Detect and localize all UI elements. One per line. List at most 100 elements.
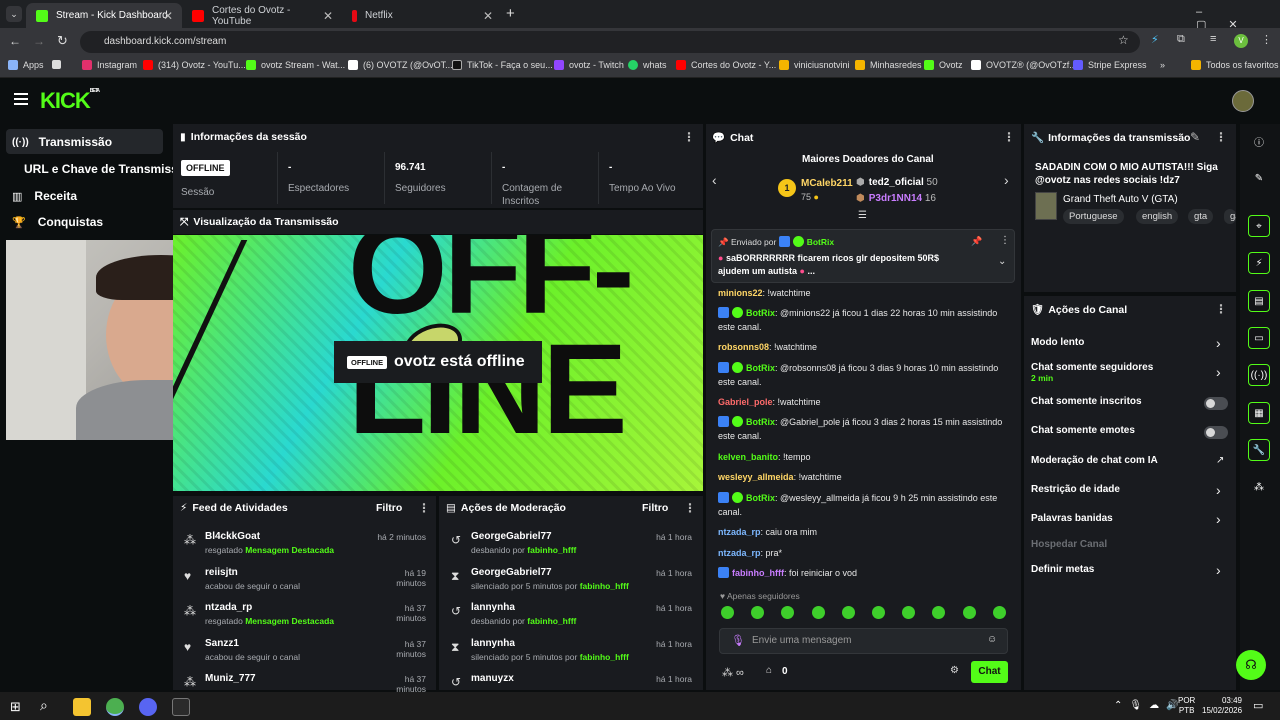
chat-icon[interactable]: ▭: [1248, 327, 1270, 349]
user-avatar[interactable]: [1232, 90, 1254, 112]
activity-menu-icon[interactable]: ⋮: [418, 501, 430, 515]
bookmark-minhasredes[interactable]: Minhasredes: [855, 60, 922, 70]
send-chat-button[interactable]: Chat: [971, 661, 1008, 683]
community-icon[interactable]: ⁂: [1248, 476, 1270, 498]
clock[interactable]: 03:49 15/02/2026: [1202, 696, 1242, 716]
chevron-right-icon[interactable]: ›: [1216, 511, 1221, 527]
donors-prev-icon[interactable]: ‹: [712, 172, 717, 188]
chat-username[interactable]: Gabriel_pole: [718, 397, 773, 407]
chat-username[interactable]: ntzada_rp: [718, 527, 761, 537]
activity-user[interactable]: ntzada_rp: [205, 602, 252, 613]
chevron-right-icon[interactable]: ›: [1216, 335, 1221, 351]
chat-username[interactable]: wesleyy_allmeida: [718, 472, 794, 482]
tag[interactable]: Portuguese: [1063, 209, 1124, 224]
collapse-donors-icon[interactable]: ☰: [858, 210, 867, 221]
back-icon[interactable]: ←: [9, 34, 21, 48]
channel-action-2[interactable]: Chat somente inscritos: [1031, 396, 1142, 407]
chevron-right-icon[interactable]: ›: [1216, 482, 1221, 498]
chevron-right-icon[interactable]: ›: [1216, 364, 1221, 380]
close-icon[interactable]: ✕: [163, 9, 173, 23]
tag[interactable]: english: [1136, 209, 1179, 224]
bookmark-whats[interactable]: whats: [628, 60, 667, 70]
scan-icon[interactable]: ⌖: [1248, 215, 1270, 237]
chat-username[interactable]: BotRix: [746, 363, 775, 373]
edit-icon[interactable]: ✎: [1190, 130, 1200, 144]
chat-username[interactable]: kelven_banito: [718, 452, 778, 462]
chat-username[interactable]: BotRix: [746, 308, 775, 318]
moderation-user[interactable]: lannynha: [471, 638, 515, 649]
url-field[interactable]: dashboard.kick.com/stream: [80, 31, 1140, 53]
bookmark-x2[interactable]: OVOTZ® (@OvOTzf...: [971, 60, 1077, 70]
chat-username[interactable]: BotRix: [746, 493, 775, 503]
chat-username[interactable]: minions22: [718, 288, 763, 298]
stream-info-menu-icon[interactable]: ⋮: [1215, 130, 1227, 144]
activity-user[interactable]: Sanzz1: [205, 638, 239, 649]
activity-user[interactable]: Muniz_777: [205, 673, 256, 684]
toggle-switch[interactable]: [1204, 397, 1228, 410]
language-indicator[interactable]: POR PTB: [1178, 696, 1195, 716]
chat-username[interactable]: ntzada_rp: [718, 548, 761, 558]
forward-icon[interactable]: →: [33, 34, 45, 48]
tag[interactable]: ga: [1224, 209, 1236, 224]
tab-search-icon[interactable]: ⌄: [6, 6, 22, 22]
tab-kick-dashboard[interactable]: Stream - Kick Dashboard ✕: [26, 3, 182, 28]
pinned-menu-icon[interactable]: ⋮: [1000, 235, 1010, 246]
session-menu-icon[interactable]: ⋮: [683, 130, 695, 144]
bookmark-apps[interactable]: Apps: [8, 60, 44, 70]
bookmark-twitch[interactable]: ovotz - Twitch: [554, 60, 624, 70]
search-icon[interactable]: ⌕: [40, 697, 48, 714]
notification-icon[interactable]: ▭: [1253, 699, 1263, 712]
channel-action-0[interactable]: Modo lento: [1031, 337, 1084, 348]
reload-icon[interactable]: ↻: [57, 33, 68, 49]
more-bookmarks-icon[interactable]: »: [1160, 60, 1165, 70]
channel-action-1[interactable]: Chat somente seguidores: [1031, 362, 1153, 373]
emote-icon[interactable]: [721, 606, 734, 619]
donor-1-name[interactable]: MCaleb211: [801, 178, 853, 189]
channel-action-5[interactable]: Restrição de idade: [1031, 484, 1120, 495]
emote-icon[interactable]: [811, 606, 825, 619]
tab-youtube[interactable]: Cortes do Ovotz - YouTube ✕: [182, 3, 342, 28]
extension-icon[interactable]: ⚡: [1151, 33, 1159, 46]
chat-menu-icon[interactable]: ⋮: [1003, 130, 1015, 144]
bookmark-stripe[interactable]: Stripe Express: [1073, 60, 1147, 70]
profile-avatar[interactable]: V: [1234, 34, 1248, 48]
emote-icon[interactable]: [992, 606, 1006, 619]
grid-icon[interactable]: [52, 60, 66, 69]
close-icon[interactable]: ✕: [323, 9, 333, 23]
category-name[interactable]: Grand Theft Auto V (GTA): [1063, 194, 1178, 205]
app-icon[interactable]: [172, 698, 190, 716]
activity-user[interactable]: Bl4ckkGoat: [205, 531, 260, 542]
channel-action-6[interactable]: Palavras banidas: [1031, 513, 1113, 524]
bookmark-cortes[interactable]: Cortes do Ovotz - Y...: [676, 60, 776, 70]
chrome-icon[interactable]: [106, 698, 124, 716]
sidebar-item-transmissao[interactable]: ((·)) Transmissão: [12, 135, 112, 149]
sidebar-item-receita[interactable]: ▥ Receita: [12, 189, 77, 203]
discord-icon[interactable]: [139, 698, 157, 716]
star-icon[interactable]: ☆: [1118, 33, 1129, 47]
bookmark-x[interactable]: (6) OVOTZ (@OvOT...: [348, 60, 453, 70]
chat-username[interactable]: BotRix: [746, 417, 775, 427]
donors-next-icon[interactable]: ›: [1004, 172, 1009, 188]
bookmark-kick[interactable]: ovotz Stream - Wat...: [246, 60, 345, 70]
channel-actions-menu-icon[interactable]: ⋮: [1215, 302, 1227, 316]
bolt-icon[interactable]: ⚡: [1248, 252, 1270, 274]
layers-icon[interactable]: ▦: [1248, 402, 1270, 424]
chevron-down-icon[interactable]: ⌄: [998, 256, 1006, 267]
emote-icon[interactable]: [872, 606, 885, 619]
new-tab-button[interactable]: +: [506, 5, 515, 22]
chevron-right-icon[interactable]: ›: [1216, 562, 1221, 578]
all-favorites[interactable]: Todos os favoritos: [1191, 60, 1279, 70]
donor-2[interactable]: ⬢ ted2_oficial 50: [856, 177, 938, 188]
media-icon[interactable]: ≡: [1210, 33, 1216, 45]
windows-start-icon[interactable]: ⊞: [10, 699, 21, 715]
activity-filter-button[interactable]: Filtro: [376, 502, 402, 514]
hamburger-menu-icon[interactable]: [14, 93, 28, 105]
sidebar-item-url-key[interactable]: URL e Chave de Transmissão: [24, 162, 192, 176]
broadcast-icon[interactable]: ((·)): [1248, 364, 1270, 386]
menu-icon[interactable]: ⋮: [1261, 33, 1272, 46]
chat-username[interactable]: fabinho_hfff: [732, 568, 784, 578]
bookmark-tiktok[interactable]: TikTok - Faça o seu...: [452, 60, 553, 70]
settings-icon[interactable]: ⚙: [950, 665, 959, 676]
moderation-user[interactable]: GeorgeGabriel77: [471, 567, 552, 578]
support-headset-icon[interactable]: ☊: [1236, 650, 1266, 680]
